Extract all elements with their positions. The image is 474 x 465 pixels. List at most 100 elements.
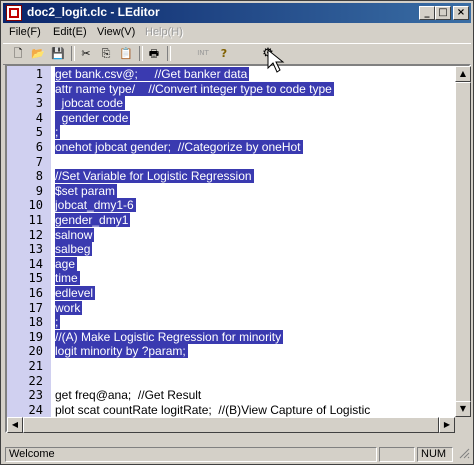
line-number: 16 (28, 286, 43, 300)
line-number: 1 (35, 67, 43, 81)
selected-code-text: //(A) Make Logistic Regression for minor… (55, 329, 284, 344)
scroll-down-arrow-icon[interactable]: ▼ (455, 401, 471, 417)
selected-code-text: time (55, 271, 80, 286)
line-number: 14 (28, 256, 43, 271)
line-number: 5 (35, 125, 43, 140)
line-number: 19 (28, 329, 43, 344)
code-line[interactable]: //(A) Make Logistic Regression for minor… (55, 329, 284, 344)
selected-code-text: //Set Variable for Logistic Regression (55, 169, 254, 184)
app-icon[interactable] (6, 5, 22, 21)
resize-grip-icon[interactable] (455, 447, 470, 462)
selected-code-text: salnow (55, 227, 95, 242)
line-number: 23 (28, 388, 43, 403)
title-bar[interactable]: doc2_logit.clc - LEditor _ □ × (3, 3, 471, 23)
selected-code-text: work (55, 300, 83, 315)
mouse-cursor-icon (267, 48, 285, 73)
toolbar-separator (71, 46, 75, 61)
selected-code-text: salbeg (55, 242, 93, 257)
code-line[interactable]: gender code (55, 110, 131, 125)
line-number: 21 (28, 359, 43, 373)
line-number: 10 (28, 198, 43, 213)
menu-file[interactable]: File(F) (9, 26, 41, 38)
int-icon[interactable]: INT (191, 45, 215, 62)
maximize-button[interactable]: □ (435, 6, 451, 20)
code-line[interactable]: jobcat_dmy1-6 (55, 198, 136, 213)
line-number: 13 (28, 242, 43, 257)
code-line[interactable]: jobcat code (55, 96, 126, 111)
scroll-left-arrow-icon[interactable]: ◀ (7, 417, 23, 433)
line-number: 11 (28, 213, 43, 227)
selected-code-text: gender_dmy1 (55, 213, 131, 227)
code-line[interactable]: onehot jobcat gender; //Categorize by on… (55, 140, 303, 154)
line-number: 6 (35, 140, 43, 154)
line-number: 9 (35, 183, 43, 198)
status-numlock: NUM (417, 447, 453, 462)
code-line[interactable]: time (55, 271, 80, 286)
menu-edit[interactable]: Edit(E) (53, 26, 87, 38)
code-line[interactable]: $set param (55, 183, 118, 198)
save-icon[interactable]: 💾 (49, 45, 67, 62)
selected-code-text: $set param (55, 183, 118, 198)
code-line[interactable]: get freq@ana; //Get Result (55, 388, 201, 402)
line-number: 24 (28, 402, 43, 417)
cut-icon[interactable]: ✂ (77, 45, 95, 62)
minimize-button[interactable]: _ (419, 6, 435, 20)
code-line[interactable]: gender_dmy1 (55, 213, 131, 227)
selected-code-text: onehot jobcat gender; //Categorize by on… (55, 140, 303, 154)
line-number: 20 (28, 344, 43, 359)
vertical-scrollbar[interactable]: ▲ ▼ (455, 66, 471, 417)
help-icon[interactable]: ? (215, 45, 233, 62)
selected-code-text: logit minority by ?param; (55, 344, 188, 359)
open-folder-icon[interactable]: 📂 (29, 45, 47, 62)
code-line[interactable]: work (55, 300, 83, 315)
status-panel-empty (379, 447, 415, 462)
close-button[interactable]: × (453, 6, 469, 20)
status-message: Welcome (5, 447, 377, 462)
code-line[interactable]: attr name type/ //Convert integer type t… (55, 81, 334, 96)
status-bar: Welcome NUM (3, 447, 471, 463)
selected-code-text: edlevel (55, 286, 96, 300)
code-line[interactable]: edlevel (55, 286, 96, 300)
code-line[interactable]: //Set Variable for Logistic Regression (55, 169, 254, 184)
window-title: doc2_logit.clc - LEditor (27, 5, 160, 19)
code-editor[interactable]: 1 get bank.csv@; //Get banker data 2 attr n… (5, 64, 471, 433)
code-line[interactable]: plot scat countRate logitRate; //(B)View… (55, 403, 370, 417)
code-text: plot scat countRate logitRate; //(B)View… (55, 402, 371, 417)
code-text: get freq@ana; //Get Result (55, 388, 202, 403)
line-number: 3 (35, 96, 43, 111)
code-line[interactable]: age (55, 256, 78, 271)
menu-view[interactable]: View(V) (97, 26, 135, 38)
line-number: 8 (35, 169, 43, 184)
code-line[interactable]: ; (55, 315, 61, 330)
selected-code-text: gender code (55, 110, 131, 125)
scroll-up-arrow-icon[interactable]: ▲ (455, 66, 471, 82)
paste-icon[interactable]: 📋 (117, 45, 135, 62)
line-number: 4 (35, 110, 43, 125)
selected-code-text: ; (55, 125, 61, 140)
selected-code-text: jobcat_dmy1-6 (55, 198, 136, 213)
horizontal-scroll-thumb[interactable] (23, 417, 439, 433)
line-number: 18 (28, 315, 43, 330)
toolbar-separator (167, 46, 171, 61)
print-icon[interactable]: 🖶 (145, 45, 163, 62)
selected-code-text: age (55, 256, 78, 271)
code-line[interactable]: get bank.csv@; //Get banker data (55, 67, 250, 81)
scroll-right-arrow-icon[interactable]: ▶ (439, 417, 455, 433)
menu-bar: File(F) Edit(E) View(V) Help(H) (3, 24, 471, 42)
code-line[interactable]: logit minority by ?param; (55, 344, 188, 359)
new-file-icon[interactable]: 🗋 (9, 45, 27, 62)
vertical-scroll-thumb[interactable] (455, 82, 471, 402)
horizontal-scrollbar[interactable]: ◀ ▶ (7, 417, 455, 433)
line-number: 2 (35, 81, 43, 96)
selected-code-text: ; (55, 315, 61, 330)
code-line[interactable]: salbeg (55, 242, 93, 257)
menu-help[interactable]: Help(H) (145, 26, 183, 38)
line-number: 12 (28, 227, 43, 242)
copy-icon[interactable]: ⎘ (97, 45, 115, 62)
line-number: 22 (28, 373, 43, 388)
toolbar: 🗋 📂 💾 ✂ ⎘ 📋 🖶 INT ? ⚙ (3, 43, 471, 65)
selected-code-text: attr name type/ //Convert integer type t… (55, 81, 334, 96)
code-line[interactable]: ; (55, 125, 61, 140)
code-line[interactable]: salnow (55, 227, 95, 242)
line-number: 7 (35, 154, 43, 169)
